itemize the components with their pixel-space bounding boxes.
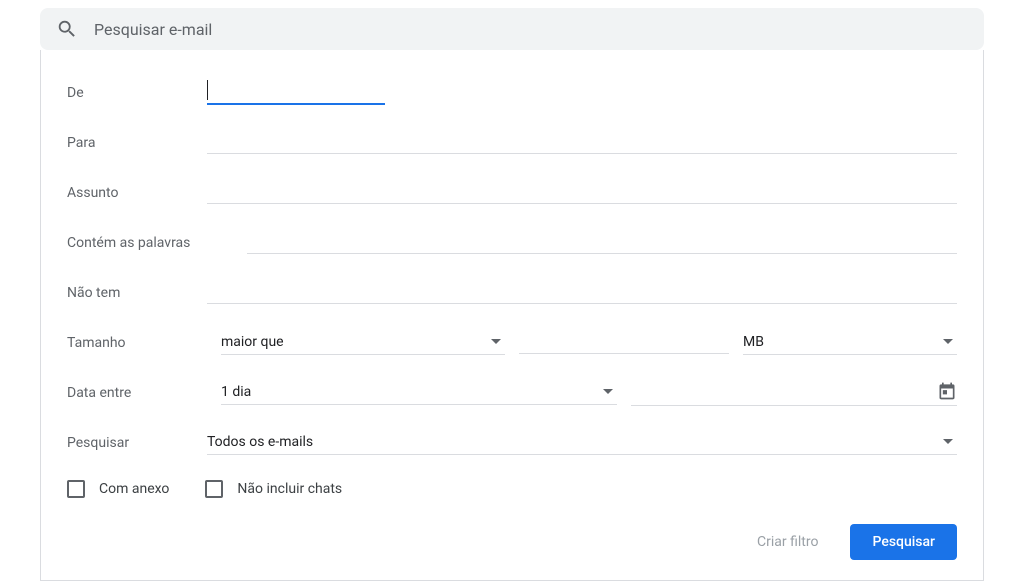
to-input[interactable] [207,133,957,154]
text-cursor [207,80,208,100]
search-icon [56,18,78,40]
size-comparator-value: maior que [221,334,284,350]
checkbox-row: Com anexo Não incluir chats [67,480,957,498]
has-words-input[interactable] [247,233,957,254]
checkbox-box-icon [67,480,85,498]
subject-input[interactable] [207,183,957,204]
date-row: Data entre 1 dia [67,380,957,406]
checkbox-box-icon [205,480,223,498]
chevron-down-icon [943,439,953,444]
button-row: Criar filtro Pesquisar [67,524,957,560]
search-button[interactable]: Pesquisar [850,524,957,560]
doesnt-have-row: Não tem [67,280,957,306]
doesnt-have-label: Não tem [67,285,207,301]
has-words-row: Contém as palavras [67,230,957,256]
chevron-down-icon [603,389,613,394]
calendar-icon [937,381,957,401]
date-picker[interactable] [631,381,957,406]
date-label: Data entre [67,385,207,401]
has-words-label: Contém as palavras [67,235,247,251]
size-unit-select[interactable]: MB [743,332,957,355]
chevron-down-icon [943,339,953,344]
to-label: Para [67,135,207,151]
size-row: Tamanho maior que MB [67,330,957,356]
search-in-select[interactable]: Todos os e-mails [207,432,957,455]
search-in-row: Pesquisar Todos os e-mails [67,430,957,456]
from-row: De [67,80,957,106]
doesnt-have-input[interactable] [207,283,957,304]
advanced-search-panel: De Para Assunto Contém as palavras Não t… [40,50,984,581]
create-filter-button[interactable]: Criar filtro [753,526,822,558]
date-range-select[interactable]: 1 dia [221,382,617,405]
has-attachment-checkbox[interactable]: Com anexo [67,480,169,498]
chevron-down-icon [491,339,501,344]
size-comparator-select[interactable]: maior que [221,332,505,355]
search-bar[interactable]: Pesquisar e-mail [40,8,984,50]
has-attachment-label: Com anexo [99,481,169,497]
subject-row: Assunto [67,180,957,206]
size-value-input[interactable] [519,333,729,354]
exclude-chats-label: Não incluir chats [237,481,342,497]
from-label: De [67,85,207,101]
size-label: Tamanho [67,335,207,351]
date-range-value: 1 dia [221,384,251,400]
exclude-chats-checkbox[interactable]: Não incluir chats [205,480,342,498]
search-in-value: Todos os e-mails [207,434,313,450]
search-in-label: Pesquisar [67,435,207,451]
search-placeholder: Pesquisar e-mail [94,20,212,39]
search-container: Pesquisar e-mail De Para Assunto Contém … [40,8,984,581]
subject-label: Assunto [67,185,207,201]
from-input[interactable] [207,83,385,105]
size-unit-value: MB [743,334,764,350]
to-row: Para [67,130,957,156]
